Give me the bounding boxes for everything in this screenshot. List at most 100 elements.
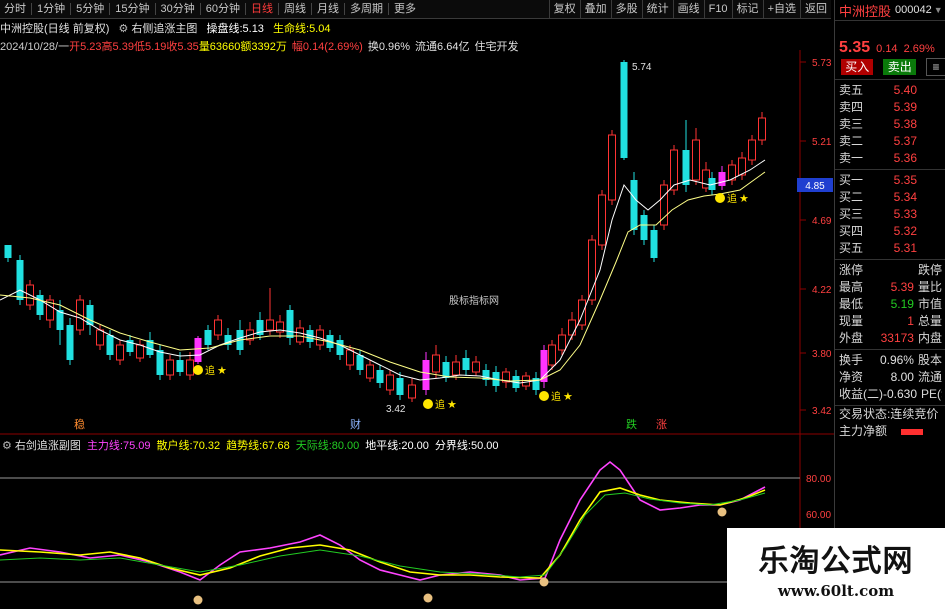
money-bag-icon — [539, 577, 549, 587]
candle-body — [462, 358, 470, 370]
ask-row[interactable]: 卖五 5.40 — [839, 82, 942, 99]
book-price: 5.40 — [893, 83, 917, 97]
candle-body — [650, 230, 658, 258]
candle-body — [204, 330, 212, 345]
stat-side-label: 流通 — [917, 370, 942, 384]
candle-body — [630, 180, 638, 230]
indicator-value: 75.09 — [122, 440, 151, 452]
more-button[interactable]: ≡ — [925, 58, 945, 76]
book-price: 5.38 — [893, 117, 917, 131]
star-icon: ★ — [447, 399, 457, 411]
stat-side-label: PE(动) — [921, 387, 942, 401]
bid-row[interactable]: 买二 5.34 — [839, 189, 942, 206]
retail-line — [0, 487, 766, 579]
buy-signal-text: 追 — [727, 192, 737, 205]
stat-label: 换手 — [839, 353, 864, 367]
period-marker: 跌 — [626, 417, 637, 431]
stat-value: -0.630 — [883, 387, 918, 401]
candle-body — [194, 338, 202, 362]
bid-row[interactable]: 买三 5.33 — [839, 206, 942, 223]
candle-body — [608, 134, 616, 201]
stat-side-label: 内盘 — [917, 331, 942, 345]
candle-body — [176, 360, 184, 372]
life-line — [0, 171, 766, 382]
buy-button[interactable]: 买入 — [841, 59, 874, 75]
indicator-value: 50.00 — [470, 440, 499, 452]
candle-body — [682, 150, 690, 185]
buy-signal-icon — [539, 391, 549, 401]
stat-value: 1 — [907, 314, 914, 328]
book-label: 买一 — [839, 173, 864, 187]
candle-body — [356, 355, 364, 370]
stat-value: 8.00 — [890, 370, 914, 384]
last-price: 5.35 — [839, 39, 871, 56]
ask-row[interactable]: 卖一 5.36 — [839, 150, 942, 167]
candle-body — [36, 295, 44, 315]
stat-row: 最高 5.39 量比 — [839, 279, 942, 296]
book-label: 卖二 — [839, 134, 864, 148]
stat-row: 最低 5.19 市值 — [839, 296, 942, 313]
candle-body — [718, 172, 726, 186]
candle-body — [136, 344, 144, 359]
status-value: 连续竞价 — [890, 407, 939, 421]
book-price: 5.34 — [893, 190, 917, 204]
dropdown-icon[interactable]: ▼ — [934, 5, 943, 15]
candle-body — [620, 62, 628, 158]
lower-indicator-lines — [0, 460, 766, 605]
indicator-label: 主力线: — [86, 440, 123, 452]
ask-row[interactable]: 卖二 5.37 — [839, 133, 942, 150]
stat-label: 外盘 — [839, 331, 864, 345]
buy-signal-text: 追 — [205, 364, 215, 377]
stat-value: 5.19 — [890, 297, 914, 311]
bid-row[interactable]: 买四 5.32 — [839, 223, 942, 240]
chart-canvas[interactable]: 追 ★追 ★追 ★追 ★ 5.735.214.694.223.803.42 80.006… — [0, 0, 834, 609]
candle-body — [748, 139, 756, 161]
lower-indicator-name[interactable]: 右剑追涨副图 — [15, 440, 81, 452]
candle-body — [422, 360, 430, 390]
stat-row: 换手 0.96% 股本 — [839, 352, 942, 369]
low-price-label: 3.42 — [386, 404, 406, 415]
indicator-value: 20.00 — [401, 440, 429, 452]
buy-signal-text: 追 — [435, 398, 445, 411]
book-price: 5.36 — [893, 151, 917, 165]
book-label: 卖三 — [839, 117, 864, 131]
indicator-label: 天际线: — [295, 440, 332, 452]
buy-signal-icon — [193, 365, 203, 375]
candle-body — [214, 319, 222, 336]
candle-body — [376, 370, 384, 383]
lower-axis: 80.00 60.00 — [806, 474, 831, 521]
candle-body — [386, 374, 394, 391]
candle-body — [472, 361, 480, 373]
stat-side-label: 量比 — [917, 280, 942, 294]
price-tick-label: 3.80 — [812, 349, 832, 360]
stat-side-label: 跌停 — [917, 263, 942, 277]
quote-stock-name: 中洲控股 — [839, 3, 892, 19]
candle-body — [96, 329, 104, 346]
book-label: 卖一 — [839, 151, 864, 165]
lower-axis-label: 60.00 — [806, 510, 831, 521]
indicator-label: 趋势线: — [226, 440, 263, 452]
quote-stock-code: 000042 — [895, 4, 932, 16]
bid-row[interactable]: 买一 5.35 — [839, 172, 942, 189]
candle-body — [4, 245, 12, 258]
stat-row: 收益(二)-0.630PE(动) — [839, 386, 942, 403]
stat-value: 0.96% — [879, 353, 914, 367]
sell-button[interactable]: 卖出 — [883, 59, 916, 75]
ask-row[interactable]: 卖三 5.38 — [839, 116, 942, 133]
status-label: 交易状态: — [839, 407, 891, 421]
ask-row[interactable]: 卖四 5.39 — [839, 99, 942, 116]
candle-body — [296, 327, 304, 343]
candle-body — [116, 344, 124, 361]
star-icon: ★ — [217, 365, 227, 377]
price-tick-label: 3.42 — [812, 406, 832, 417]
book-label: 买二 — [839, 190, 864, 204]
gear-icon[interactable]: ⚙ — [2, 440, 15, 452]
indicator-label: 地平线: — [365, 440, 402, 452]
candle-body — [366, 364, 374, 379]
bid-row[interactable]: 买五 5.31 — [839, 240, 942, 257]
price-axis: 5.73 5.21 4.69 4.22 3.80 3.42 — [800, 58, 832, 417]
price-change: 0.14 — [876, 43, 898, 55]
candle-body — [702, 169, 710, 189]
period-marker: 财 — [350, 417, 361, 431]
stat-side-label: 市值 — [917, 297, 942, 311]
